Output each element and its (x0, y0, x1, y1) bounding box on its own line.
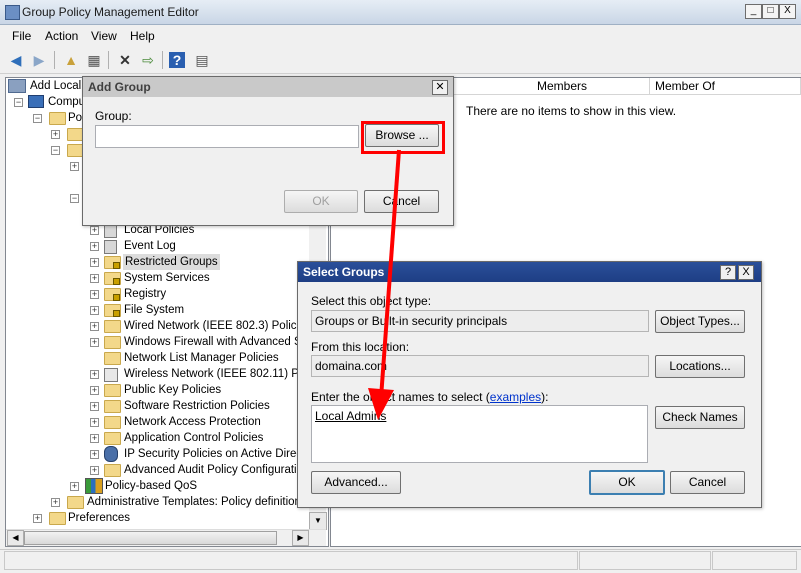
arrow-shaft (379, 149, 401, 399)
annotation-arrow (368, 149, 401, 420)
arrow-head (368, 388, 394, 420)
